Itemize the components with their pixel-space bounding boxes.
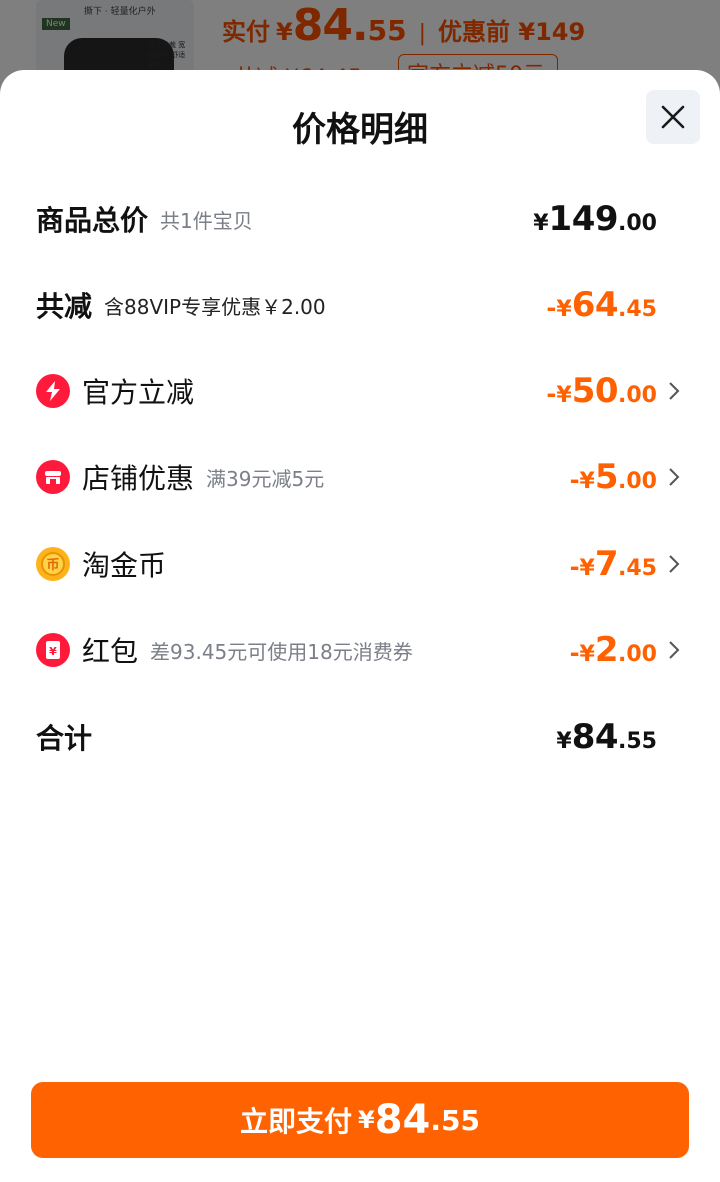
price-detail-sheet: 价格明细 商品总价 共1件宝贝 ¥149.00 共减 含88VIP专享优惠￥2.… [0, 70, 720, 1182]
svg-text:¥: ¥ [49, 645, 57, 658]
row-shop-discount[interactable]: 店铺优惠 满39元减5元 - ¥5.00 [36, 447, 684, 507]
row-label: 淘金币 [82, 549, 167, 582]
official-discount-amount: - ¥50.00 [546, 371, 657, 411]
chevron-right-icon [669, 641, 680, 659]
sheet-title: 价格明细 [292, 110, 428, 150]
row-goods-total: 商品总价 共1件宝贝 ¥149.00 [36, 189, 684, 249]
lightning-icon [36, 374, 70, 408]
row-taobao-coin[interactable]: 币 淘金币 - ¥7.45 [36, 534, 684, 594]
close-icon [661, 105, 685, 129]
row-label: 商品总价 [36, 204, 149, 237]
goods-total-amount: ¥149.00 [533, 199, 657, 239]
chevron-right-icon [669, 468, 680, 486]
row-total-reduction: 共减 含88VIP专享优惠￥2.00 - ¥64.45 [36, 275, 684, 335]
row-label: 合计 [36, 722, 93, 755]
sum-amount: ¥84.55 [556, 717, 657, 757]
row-sub: 满39元减5元 [206, 466, 325, 491]
row-sum: 合计 ¥84.55 [36, 707, 684, 767]
shop-discount-amount: - ¥5.00 [569, 457, 657, 497]
total-reduction-amount: - ¥64.45 [546, 285, 657, 325]
red-packet-amount: - ¥2.00 [569, 630, 657, 670]
row-label: 红包 [82, 635, 139, 668]
row-sub: 含88VIP专享优惠￥2.00 [104, 294, 326, 319]
row-sub: 差93.45元可使用18元消费券 [150, 639, 413, 664]
chevron-right-icon [669, 382, 680, 400]
taobao-coin-amount: - ¥7.45 [569, 544, 657, 584]
red-packet-icon: ¥ [36, 633, 70, 667]
pay-now-button[interactable]: 立即支付 ¥ 84 .55 [31, 1082, 689, 1158]
row-red-packet[interactable]: ¥ 红包 差93.45元可使用18元消费券 - ¥2.00 [36, 620, 684, 680]
svg-text:币: 币 [46, 558, 59, 573]
row-label: 官方立减 [82, 376, 195, 409]
row-official-discount[interactable]: 官方立减 - ¥50.00 [36, 361, 684, 421]
row-label: 店铺优惠 [82, 462, 195, 495]
close-button[interactable] [646, 90, 700, 144]
shop-icon [36, 460, 70, 494]
row-sub: 共1件宝贝 [160, 208, 253, 233]
row-label: 共减 [36, 290, 93, 323]
chevron-right-icon [669, 555, 680, 573]
coin-icon: 币 [36, 547, 70, 581]
